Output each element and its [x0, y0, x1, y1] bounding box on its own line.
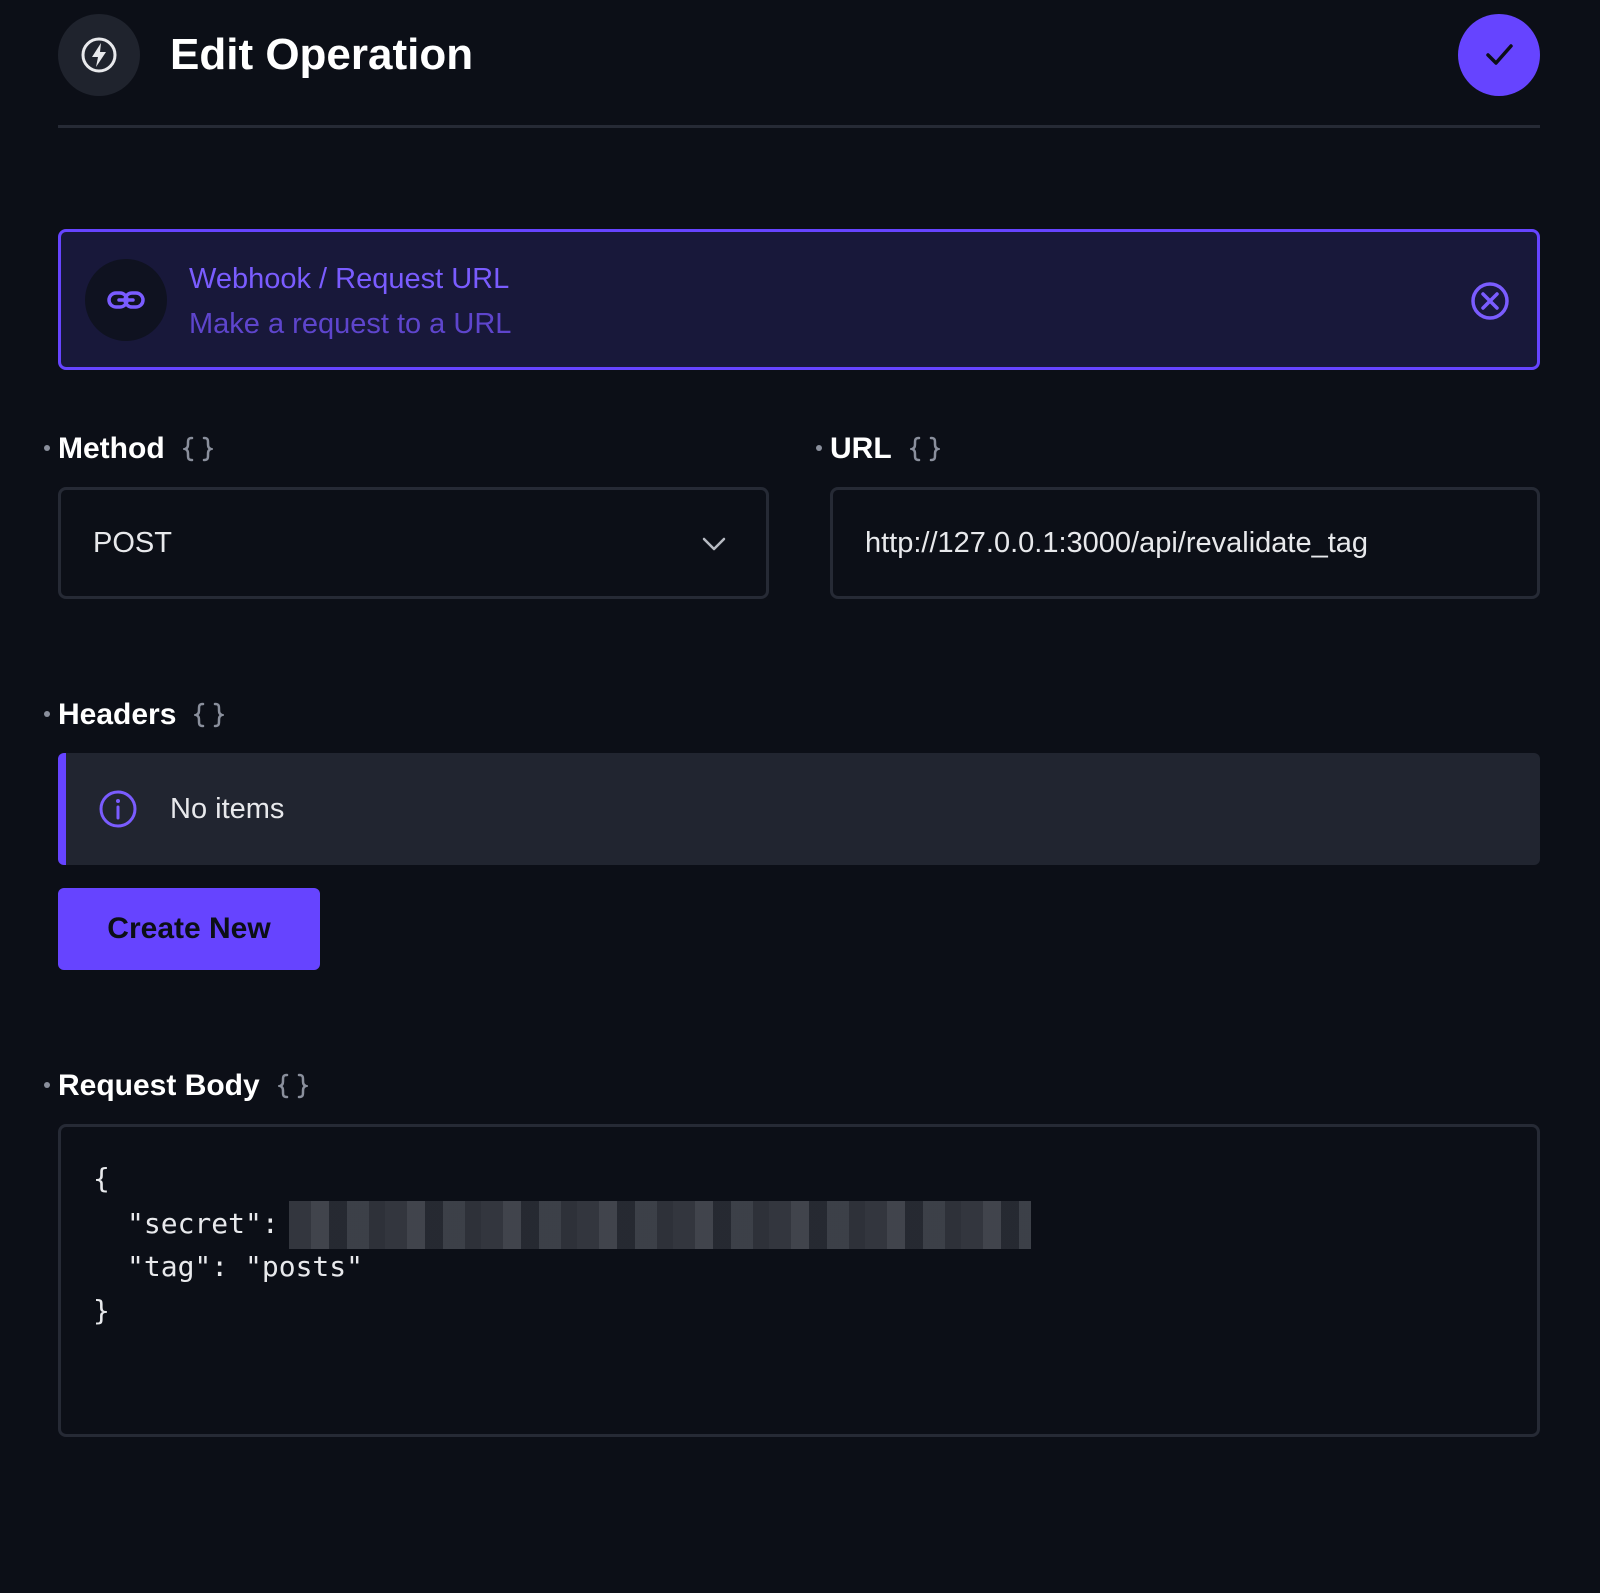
page-title: Edit Operation — [170, 30, 474, 79]
save-button[interactable] — [1458, 14, 1540, 96]
required-dot — [816, 445, 822, 451]
bolt-icon — [58, 14, 140, 96]
url-label-text: URL — [830, 432, 892, 465]
operation-subtitle: Make a request to a URL — [189, 308, 512, 340]
required-dot — [44, 1082, 50, 1088]
braces-icon[interactable] — [909, 436, 940, 462]
panel-header: Edit Operation — [58, 14, 1540, 128]
method-select[interactable]: POST — [58, 487, 769, 599]
code-line: "secret": — [93, 1201, 1537, 1249]
request-body-label-text: Request Body — [58, 1069, 260, 1102]
close-circle-icon[interactable] — [1469, 280, 1511, 322]
braces-icon[interactable] — [194, 702, 225, 728]
operation-title: Webhook / Request URL — [189, 263, 510, 295]
code-line: "tag": "posts" — [93, 1245, 1537, 1289]
headers-label-text: Headers — [58, 698, 177, 731]
info-icon — [98, 789, 138, 829]
url-input[interactable] — [830, 487, 1540, 599]
required-dot — [44, 711, 50, 717]
method-value: POST — [93, 526, 172, 559]
url-label: URL — [816, 431, 940, 467]
tag-line: "tag": "posts" — [127, 1250, 364, 1283]
code-line: { — [93, 1162, 110, 1195]
required-dot — [44, 445, 50, 451]
selected-operation-card[interactable]: Webhook / Request URL Make a request to … — [58, 229, 1540, 370]
method-label-text: Method — [58, 432, 165, 465]
request-body-editor[interactable]: { "secret": "tag": "posts" } — [58, 1124, 1540, 1437]
headers-label: Headers — [44, 697, 225, 733]
headers-empty-notice: No items — [58, 753, 1540, 865]
chevron-down-icon — [700, 530, 728, 558]
create-new-button[interactable]: Create New — [58, 888, 320, 970]
link-icon — [85, 259, 167, 341]
braces-icon[interactable] — [182, 436, 213, 462]
request-body-label: Request Body — [44, 1068, 308, 1104]
edit-operation-panel: Edit Operation Webhook / Request URL Mak… — [0, 0, 1600, 1593]
braces-icon[interactable] — [277, 1073, 308, 1099]
notice-text: No items — [170, 793, 285, 825]
check-icon — [1482, 37, 1516, 74]
redacted-secret — [288, 1201, 1031, 1249]
code-line: } — [93, 1294, 110, 1327]
method-label: Method — [44, 431, 213, 467]
secret-key: "secret": — [127, 1207, 279, 1240]
